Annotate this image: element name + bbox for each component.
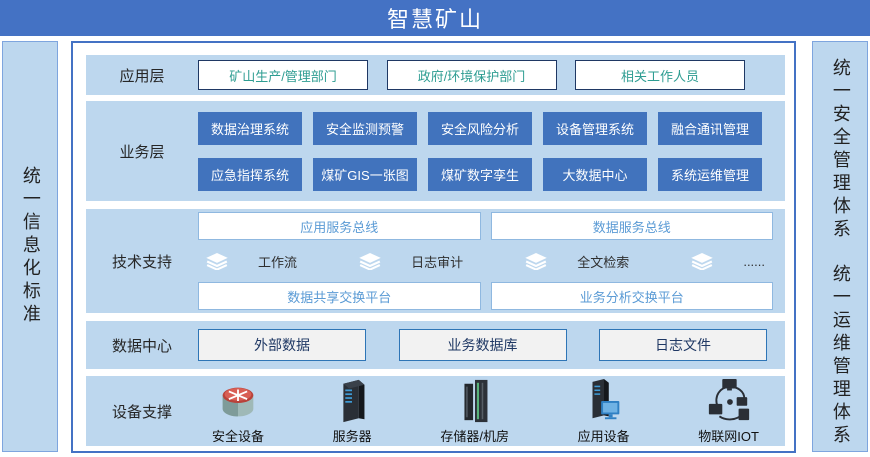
service-workflow: 工作流: [206, 252, 297, 271]
security-device-icon: [215, 380, 261, 424]
service-ellipsis-label: ......: [743, 254, 765, 269]
iot-icon: [706, 378, 752, 424]
service-log-audit-label: 日志审计: [411, 252, 463, 271]
service-ellipsis: ......: [691, 253, 765, 270]
device-support-row: 设备支撑 安全设备: [86, 376, 785, 446]
device-application: 应用设备: [578, 378, 630, 445]
tech-support-row: 技术支持 应用服务总线 数据服务总线 工作流 日志审计: [86, 209, 785, 313]
data-service-bus-bar: 数据服务总线: [491, 212, 774, 240]
data-sharing-platform-bar: 数据共享交换平台: [198, 282, 481, 310]
device-server-label: 服务器: [333, 426, 372, 445]
page-title: 智慧矿山: [0, 0, 870, 36]
data-box-external-data: 外部数据: [198, 329, 366, 361]
business-box-emergency-command: 应急指挥系统: [198, 158, 302, 191]
service-fulltext-search: 全文检索: [525, 252, 629, 271]
data-center-row: 数据中心 外部数据 业务数据库 日志文件: [86, 321, 785, 369]
device-server: 服务器: [333, 378, 372, 445]
architecture-diagram: 应用层 矿山生产/管理部门 政府/环境保护部门 相关工作人员 业务层 数据治理系…: [71, 41, 796, 453]
device-support-label: 设备支撑: [86, 401, 198, 422]
business-box-comm-mgmt: 融合通讯管理: [658, 112, 762, 145]
application-layer-label: 应用层: [86, 65, 198, 86]
application-layer-row: 应用层 矿山生产/管理部门 政府/环境保护部门 相关工作人员: [86, 55, 785, 95]
app-service-bus-bar: 应用服务总线: [198, 212, 481, 240]
application-box-mine-dept: 矿山生产/管理部门: [198, 60, 368, 90]
layers-icon: [525, 253, 547, 270]
data-box-log-files: 日志文件: [599, 329, 767, 361]
tech-support-label: 技术支持: [86, 251, 198, 272]
business-box-risk-analysis: 安全风险分析: [428, 112, 532, 145]
business-box-equipment-mgmt: 设备管理系统: [543, 112, 647, 145]
service-workflow-label: 工作流: [258, 252, 297, 271]
layers-icon: [691, 253, 713, 270]
business-box-gis-map: 煤矿GIS一张图: [313, 158, 417, 191]
right-panel-label-ops: 统一运维管理体系: [830, 264, 850, 448]
business-analysis-platform-bar: 业务分析交换平台: [491, 282, 774, 310]
device-application-label: 应用设备: [578, 426, 630, 445]
device-storage: 存储器/机房: [440, 378, 509, 445]
app-device-icon: [584, 378, 624, 424]
business-box-data-governance: 数据治理系统: [198, 112, 302, 145]
application-box-gov-dept: 政府/环境保护部门: [387, 60, 557, 90]
layers-icon: [359, 253, 381, 270]
data-center-label: 数据中心: [86, 335, 198, 356]
server-icon: [334, 378, 370, 424]
device-iot-label: 物联网IOT: [698, 426, 759, 445]
device-security-label: 安全设备: [212, 426, 264, 445]
service-log-audit: 日志审计: [359, 252, 463, 271]
business-box-safety-monitoring: 安全监测预警: [313, 112, 417, 145]
service-fulltext-search-label: 全文检索: [577, 252, 629, 271]
business-box-big-data-center: 大数据中心: [543, 158, 647, 191]
business-box-digital-twin: 煤矿数字孪生: [428, 158, 532, 191]
device-security: 安全设备: [212, 380, 264, 445]
business-layer-label: 业务层: [86, 141, 198, 162]
left-panel: 统一信息化标准: [2, 41, 58, 452]
application-box-staff: 相关工作人员: [575, 60, 745, 90]
layers-icon: [206, 253, 228, 270]
device-iot: 物联网IOT: [698, 378, 759, 445]
right-panel-label-security: 统一安全管理体系: [830, 58, 850, 242]
right-panel: 统一安全管理体系 统一运维管理体系: [812, 41, 868, 452]
device-storage-label: 存储器/机房: [440, 426, 509, 445]
business-box-ops-mgmt: 系统运维管理: [658, 158, 762, 191]
storage-icon: [457, 378, 493, 424]
left-panel-label: 统一信息化标准: [20, 166, 40, 327]
data-box-business-db: 业务数据库: [399, 329, 567, 361]
business-layer-row: 业务层 数据治理系统 安全监测预警 安全风险分析 设备管理系统 融合通讯管理 应…: [86, 101, 785, 201]
